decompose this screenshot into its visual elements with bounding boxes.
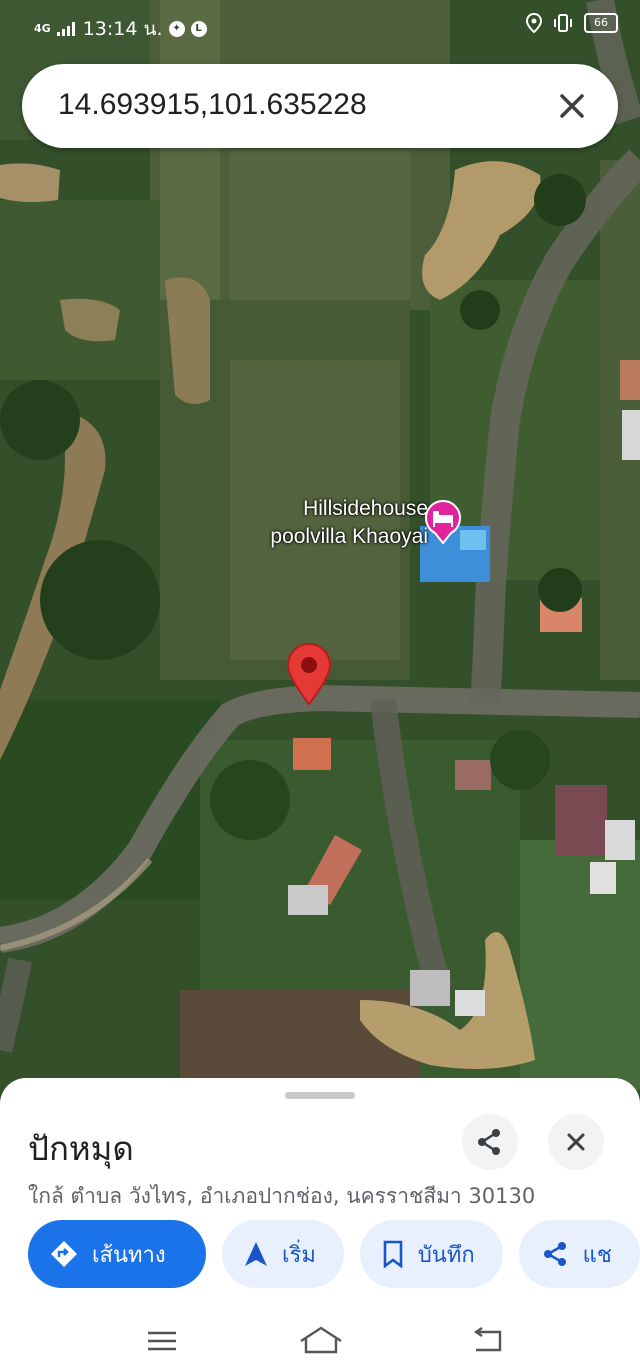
- vibrate-icon: [554, 14, 572, 32]
- close-icon[interactable]: [550, 84, 594, 128]
- drag-handle[interactable]: [285, 1092, 355, 1099]
- action-row: เส้นทาง เริ่ม บันทึก แช: [28, 1220, 640, 1290]
- status-left: 4G 13:14 น. ✦ L: [34, 14, 207, 44]
- start-label: เริ่ม: [282, 1242, 316, 1268]
- share-icon: [543, 1242, 566, 1266]
- status-bar: 4G 13:14 น. ✦ L 66: [0, 0, 640, 50]
- poi-label-line2: poolvilla Khaoyai: [270, 525, 428, 548]
- search-input[interactable]: 14.693915,101.635228: [58, 88, 367, 122]
- line-icon: L: [190, 21, 207, 37]
- messenger-icon: ✦: [168, 21, 185, 37]
- start-button[interactable]: เริ่ม: [222, 1220, 344, 1288]
- navigation-arrow-icon: [245, 1242, 267, 1266]
- directions-label: เส้นทาง: [92, 1242, 166, 1268]
- save-label: บันทึก: [417, 1242, 475, 1268]
- search-bar[interactable]: 14.693915,101.635228: [22, 64, 618, 148]
- share-label: แช: [582, 1242, 612, 1268]
- menu-icon[interactable]: [142, 1324, 182, 1358]
- poi-label-line1: Hillsidehouse: [303, 497, 428, 520]
- place-title: ปักหมุด: [28, 1129, 134, 1168]
- directions-button[interactable]: เส้นทาง: [28, 1220, 206, 1288]
- close-icon: [567, 1133, 585, 1151]
- hotel-bed-icon[interactable]: [423, 499, 463, 545]
- save-button[interactable]: บันทึก: [359, 1220, 503, 1288]
- clock: 13:14 น.: [82, 18, 163, 40]
- close-sheet-button[interactable]: [548, 1114, 604, 1170]
- share-chip-button[interactable]: แช: [518, 1220, 640, 1288]
- dropped-pin-icon[interactable]: [284, 642, 334, 706]
- android-nav-bar: [0, 1310, 640, 1372]
- poi-label[interactable]: Hillsidehouse poolvilla Khaoyai: [218, 495, 428, 551]
- network-label: 4G: [34, 22, 51, 35]
- location-icon: [526, 13, 542, 33]
- share-icon: [478, 1129, 500, 1155]
- back-icon[interactable]: [468, 1324, 508, 1358]
- directions-icon: [51, 1241, 77, 1267]
- status-right: 66: [526, 13, 618, 33]
- bookmark-icon: [383, 1240, 403, 1268]
- place-sheet[interactable]: ปักหมุด ใกล้ ตำบล วังไทร, อำเภอปากช่อง, …: [0, 1078, 640, 1372]
- place-address: ใกล้ ตำบล วังไทร, อำเภอปากช่อง, นครราชสี…: [28, 1184, 536, 1208]
- battery-indicator: 66: [584, 13, 618, 33]
- home-icon[interactable]: [298, 1324, 344, 1358]
- signal-icon: [56, 22, 75, 36]
- share-button[interactable]: [462, 1114, 518, 1170]
